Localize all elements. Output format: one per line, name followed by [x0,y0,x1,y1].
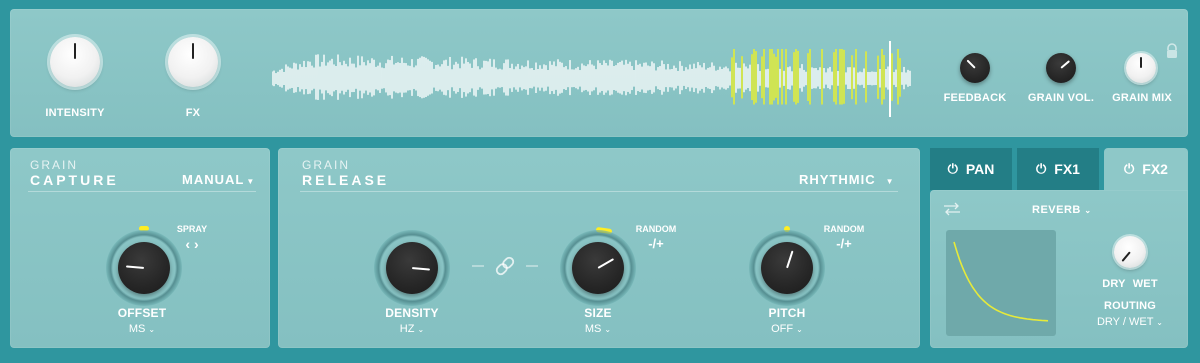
grain-vol-knob[interactable] [1046,53,1076,83]
swap-arrows-icon[interactable] [942,202,962,216]
chevron-down-icon: ▼ [885,177,895,186]
capture-title-small: GRAIN [30,158,79,172]
chevron-down-icon: ⌄ [417,325,425,334]
top-panel: INTENSITY FX FEEDBACK GRAIN VOL. GRAIN M… [10,9,1188,137]
chevron-down-icon: ⌄ [1084,206,1092,215]
fx-knob[interactable] [168,37,218,87]
routing-label: ROUTING [1103,300,1157,312]
pitch-label: PITCH [768,306,806,320]
grain-capture-panel: GRAIN CAPTURE MANUAL ▼ SPRAY ‹ › OFFSET M… [10,148,270,348]
lock-icon[interactable] [1165,43,1179,59]
offset-unit-value: MS [128,323,146,335]
pitch-unit-value: OFF [771,323,794,335]
fx-label: FX [185,107,201,119]
tab-pan[interactable]: ⏻ PAN [930,148,1012,190]
release-mode-dropdown[interactable]: RHYTHMIC ▼ [799,172,895,187]
density-knob[interactable] [386,242,438,294]
size-unit-value: MS [584,323,602,335]
capture-mode-dropdown[interactable]: MANUAL ▼ [182,172,255,187]
feedback-label: FEEDBACK [943,92,1007,104]
pitch-knob[interactable] [761,242,813,294]
tab-fx2-label: FX2 [1142,161,1168,177]
density-unit-dropdown[interactable]: HZ ⌄ [382,323,442,335]
spray-label: SPRAY [176,224,208,234]
effect-value: REVERB [1032,204,1081,216]
effect-dropdown[interactable]: REVERB ⌄ [1032,204,1092,216]
offset-knob[interactable] [118,242,170,294]
release-title: RELEASE [302,172,390,188]
density-unit-value: HZ [399,323,415,335]
chevron-down-icon: ⌄ [148,325,156,334]
dry-wet-knob[interactable] [1114,236,1146,268]
routing-value: DRY / WET [1096,316,1154,328]
grain-vol-label: GRAIN VOL. [1027,92,1095,104]
dry-wet-label: DRY WET [1094,278,1166,290]
power-icon: ⏻ [1124,161,1135,176]
chevron-down-icon: ⌄ [796,325,803,334]
spray-arrows-icon[interactable]: ‹ › [176,236,208,252]
routing-dropdown[interactable]: DRY / WET ⌄ [1085,316,1175,328]
waveform-display[interactable] [272,39,932,119]
size-knob[interactable] [572,242,624,294]
capture-mode-value: MANUAL [182,172,245,187]
offset-unit-dropdown[interactable]: MS ⌄ [112,323,172,335]
reverb-envelope-display[interactable] [946,230,1056,336]
size-label: SIZE [584,306,612,320]
tab-fx1[interactable]: ⏻ FX1 [1017,148,1099,190]
link-icon[interactable] [470,254,540,278]
wet-label: WET [1132,278,1158,290]
size-random-value[interactable]: -/+ [640,236,672,251]
tab-fx2[interactable]: ⏻ FX2 [1104,148,1188,190]
tab-pan-label: PAN [965,161,995,177]
power-icon: ⏻ [947,161,958,176]
capture-divider [28,191,256,192]
intensity-knob[interactable] [50,37,100,87]
feedback-knob[interactable] [960,53,990,83]
tab-fx1-label: FX1 [1054,161,1080,177]
dry-label: DRY [1102,278,1126,290]
chevron-down-icon: ⌄ [1156,318,1163,327]
fx-panel: REVERB ⌄ DRY WET ROUTING DRY / WET ⌄ [930,190,1188,348]
grain-release-panel: GRAIN RELEASE RHYTHMIC ▼ DENSITY HZ ⌄ RAN… [278,148,920,348]
grain-mix-label: GRAIN MIX [1112,92,1172,104]
release-title-small: GRAIN [302,158,351,172]
density-label: DENSITY [385,306,439,320]
chevron-down-icon: ▼ [246,177,256,186]
intensity-label: INTENSITY [45,107,105,119]
release-mode-value: RHYTHMIC [799,172,876,187]
size-unit-dropdown[interactable]: MS ⌄ [568,323,628,335]
pitch-unit-dropdown[interactable]: OFF ⌄ [757,323,817,335]
pitch-random-label: RANDOM [823,224,865,234]
chevron-down-icon: ⌄ [604,325,612,334]
offset-label: OFFSET [117,306,167,320]
power-icon: ⏻ [1036,161,1047,176]
capture-title: CAPTURE [30,172,119,188]
pitch-random-value[interactable]: -/+ [828,236,860,251]
release-divider [300,191,898,192]
grain-mix-knob[interactable] [1126,53,1156,83]
size-random-label: RANDOM [635,224,677,234]
